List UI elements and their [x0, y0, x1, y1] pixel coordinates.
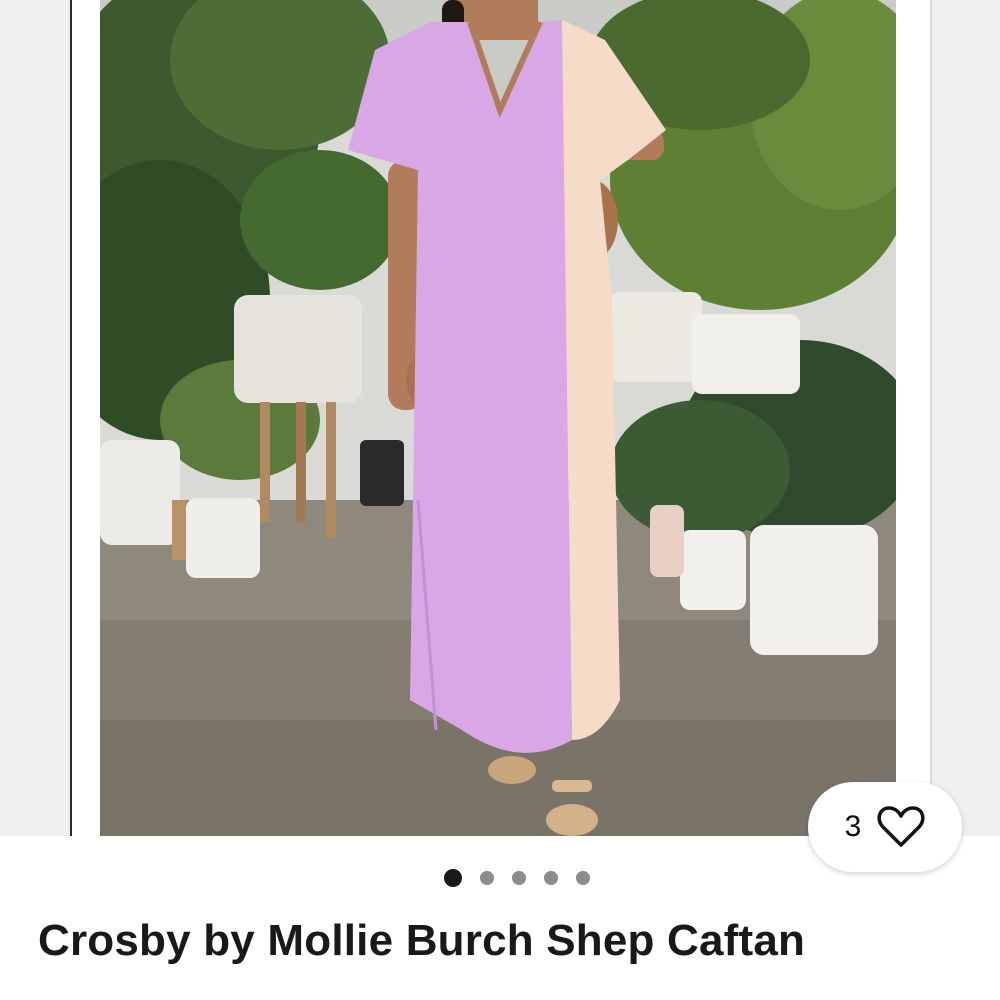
like-button[interactable]: 3	[808, 782, 962, 872]
image-gallery[interactable]	[0, 0, 1000, 836]
carousel-dot-3[interactable]	[511, 871, 526, 885]
listing-title: Crosby by Mollie Burch Shep Caftan	[38, 916, 806, 965]
carousel-dot-2[interactable]	[479, 871, 494, 885]
like-count: 3	[844, 810, 862, 843]
carousel-dot-4[interactable]	[543, 871, 558, 885]
heart-icon	[877, 806, 925, 847]
caftan-photo	[100, 0, 896, 836]
carousel-dot-5[interactable]	[575, 871, 590, 885]
carousel-indicator	[0, 868, 1000, 888]
carousel-dot-1[interactable]	[443, 869, 462, 887]
listing-photo[interactable]	[100, 0, 896, 836]
